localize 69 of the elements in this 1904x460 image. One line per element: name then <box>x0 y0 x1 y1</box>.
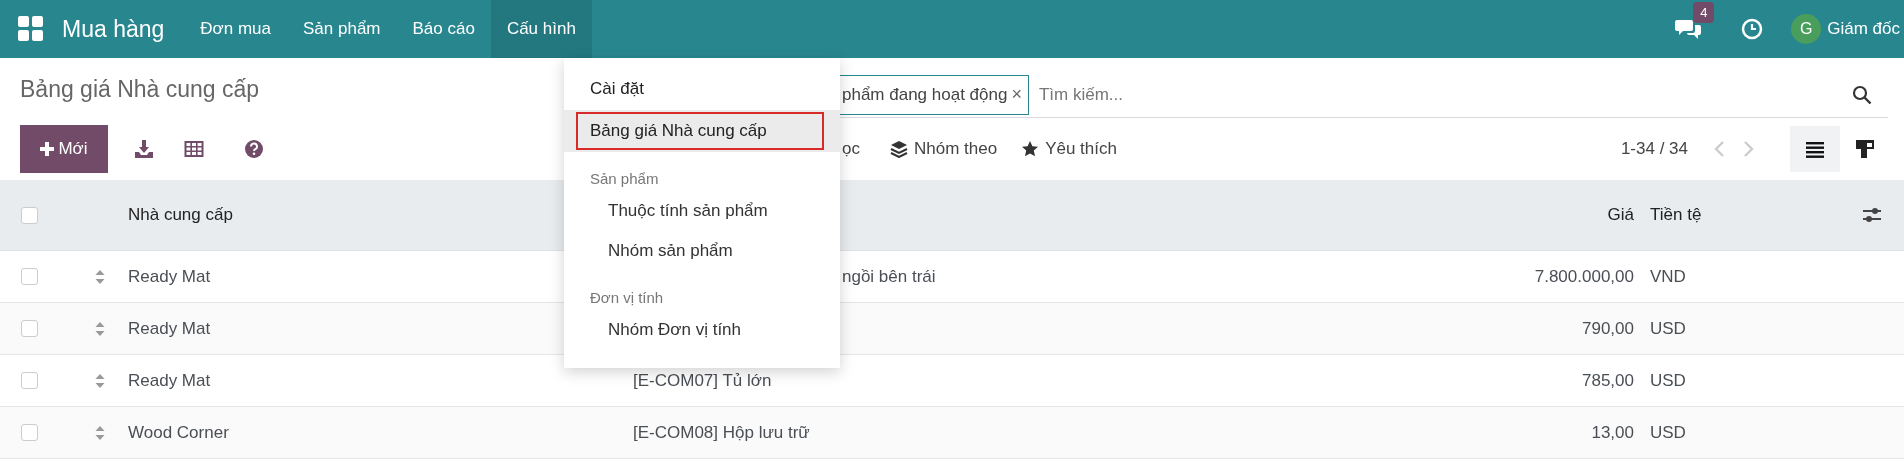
menu-item[interactable]: Nhóm sản phẩm <box>564 231 840 271</box>
table-cell: Ready Mat <box>128 318 211 339</box>
table-cell: [E-COM07] Tủ lớn <box>633 370 772 391</box>
help-icon <box>244 139 264 159</box>
search-icon[interactable] <box>1852 84 1872 105</box>
table-cell-text: USD <box>1649 422 1686 443</box>
menu-tab[interactable]: Báo cáo <box>396 0 491 58</box>
table-cell-text: USD <box>1649 318 1686 339</box>
spreadsheet-button[interactable] <box>184 139 204 159</box>
drag-handle-icon[interactable] <box>95 372 105 389</box>
search-facet[interactable]: phẩm đang hoạt động × <box>840 74 1029 115</box>
row-checkbox[interactable] <box>21 372 38 389</box>
list-icon <box>1805 139 1825 159</box>
favorites-button[interactable]: Yêu thích <box>1021 139 1117 159</box>
table-cell: 790,00 <box>1582 318 1634 339</box>
table-cell: Wood Corner <box>128 422 229 443</box>
menu-section-label: Đơn vị tính <box>589 288 665 308</box>
table-cell-text: ngồi bên trái <box>841 266 936 287</box>
view-switch-button[interactable] <box>1790 126 1840 172</box>
menu-item[interactable]: Cài đặt <box>564 68 840 110</box>
menu-item[interactable]: Bảng giá Nhà cung cấp <box>564 110 840 152</box>
group-by-button[interactable]: Nhóm theo <box>889 139 998 159</box>
column-settings-icon[interactable] <box>1862 205 1882 225</box>
download-button[interactable] <box>134 139 154 159</box>
table-cell: [E-COM08] Hộp lưu trữ <box>633 422 810 443</box>
download-icon <box>134 139 154 159</box>
column-header[interactable]: Giá <box>1607 205 1634 225</box>
table-cell: 785,00 <box>1582 370 1634 391</box>
menu-section-label: Sản phẩm <box>589 169 660 189</box>
menu-tab[interactable]: Sản phẩm <box>287 0 397 58</box>
column-header[interactable]: Tiền tệ <box>1634 205 1702 225</box>
clock-icon[interactable] <box>1741 18 1764 40</box>
filter-button[interactable]: ọc <box>842 139 860 159</box>
table-cell: Ready Mat <box>128 370 211 391</box>
previous-icon[interactable] <box>1712 140 1726 158</box>
table-cell-text: USD <box>1649 370 1686 391</box>
menu-tab[interactable]: Đơn mua <box>184 0 287 58</box>
table-cell: 7.800.000,00 <box>1534 266 1634 287</box>
select-all-checkbox[interactable] <box>21 206 38 224</box>
star-icon <box>1021 140 1040 158</box>
pager-value[interactable]: 1-34 / 34 <box>1620 139 1688 159</box>
apps-menu-icon[interactable] <box>18 16 44 42</box>
table-cell-text: VND <box>1649 266 1686 287</box>
new-button[interactable]: Mới <box>20 125 108 173</box>
row-checkbox[interactable] <box>21 320 38 337</box>
menu-item[interactable]: Thuộc tính sản phẩm <box>564 191 840 231</box>
menu-item[interactable]: Nhóm Đơn vị tính <box>564 310 840 350</box>
breadcrumb-title: Bảng giá Nhà cung cấp <box>19 75 260 104</box>
row-checkbox[interactable] <box>21 268 38 285</box>
drag-handle-icon[interactable] <box>95 268 105 285</box>
next-icon[interactable] <box>1742 140 1756 158</box>
table-icon <box>184 139 204 159</box>
facet-label: phẩm đang hoạt động <box>842 84 1008 105</box>
plus-icon <box>40 142 55 156</box>
app-title[interactable]: Mua hàng <box>62 15 165 43</box>
chat-icon[interactable] <box>1675 18 1702 40</box>
drag-handle-icon[interactable] <box>95 424 105 441</box>
table-cell: Ready Mat <box>128 266 211 287</box>
menu-tab[interactable]: Cấu hình <box>490 0 592 58</box>
kanban-icon <box>1855 139 1875 159</box>
user-name[interactable]: Giám đốc <box>1827 19 1900 39</box>
help-button[interactable] <box>244 139 264 159</box>
message-count-badge: 4 <box>1693 2 1715 23</box>
layers-icon <box>889 140 908 158</box>
column-header[interactable]: Nhà cung cấp <box>128 205 233 225</box>
drag-handle-icon[interactable] <box>95 320 105 337</box>
row-checkbox[interactable] <box>21 424 38 441</box>
table-cell: 13,00 <box>1591 422 1634 443</box>
facet-remove-button[interactable]: × <box>1011 84 1022 105</box>
